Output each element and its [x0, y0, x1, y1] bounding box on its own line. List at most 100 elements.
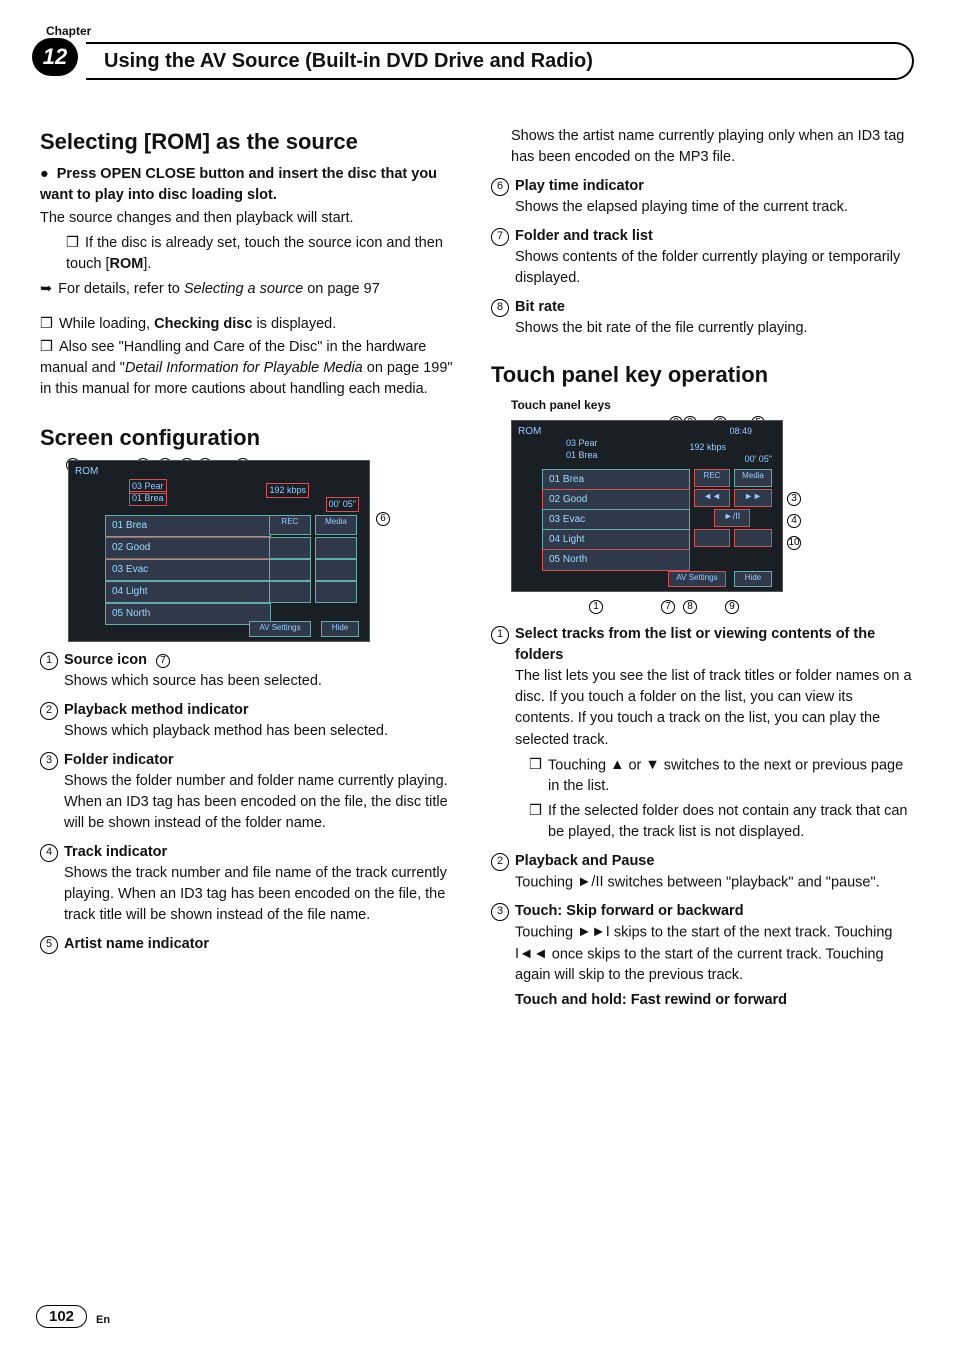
ss-rec-btn: REC — [694, 469, 730, 487]
num-circle-1: 1 — [491, 626, 509, 644]
item-1: 1 Source icon Shows which source has bee… — [40, 650, 463, 692]
ref-italic: Selecting a source — [184, 281, 303, 297]
ss-track-row: 01 Brea — [105, 515, 271, 537]
step-1-body: The source changes and then playback wil… — [40, 208, 463, 229]
play-pause-icon: ►/II — [577, 872, 603, 893]
step-1-sub: If the disc is already set, touch the so… — [66, 233, 463, 275]
ss-track-row: 04 Light — [542, 529, 690, 551]
item-7: 7 Folder and track list Shows contents o… — [491, 226, 914, 289]
content-columns: Selecting [ROM] as the source Press OPEN… — [40, 126, 914, 1011]
item-desc: Touching ►/II switches between "playback… — [515, 872, 914, 893]
item-title: Touch: Skip forward or backward — [515, 901, 914, 922]
num-circle-3: 3 — [491, 903, 509, 921]
ss-time: 00' 05" — [326, 497, 359, 512]
item-desc: Touching ►►I skips to the start of the n… — [515, 922, 914, 986]
detail-ref: For details, refer to Selecting a source… — [40, 279, 463, 300]
item-4: 4 Track indicator Shows the track number… — [40, 842, 463, 926]
item-body: Bit rate Shows the bit rate of the file … — [515, 297, 914, 339]
ss-btn — [269, 581, 311, 603]
page-number: 102 — [36, 1305, 87, 1328]
callout-7: 7 — [156, 654, 170, 668]
item-body: Artist name indicator — [64, 934, 463, 955]
chapter-label: Chapter — [40, 24, 914, 38]
text: is displayed. — [252, 316, 336, 332]
chapter-title: Using the AV Source (Built-in DVD Drive … — [104, 50, 593, 73]
item-body: Playback method indicator Shows which pl… — [64, 700, 463, 742]
ss-top2: 01 Brea — [129, 491, 167, 506]
item-5: 5 Artist name indicator — [40, 934, 463, 955]
item-desc: Shows the track number and file name of … — [64, 863, 463, 926]
rom-label: ROM — [110, 256, 144, 272]
op-2: 2 Playback and Pause Touching ►/II switc… — [491, 851, 914, 893]
note-2: Also see "Handling and Care of the Disc"… — [40, 337, 463, 400]
item-body: Playback and Pause Touching ►/II switche… — [515, 851, 914, 893]
item-body: Touch: Skip forward or backward Touching… — [515, 901, 914, 1011]
ss-rec-btn: REC — [269, 515, 311, 535]
item-8: 8 Bit rate Shows the bit rate of the fil… — [491, 297, 914, 339]
item-title: Source icon — [64, 650, 463, 671]
heading-touch-panel: Touch panel key operation — [491, 359, 914, 391]
num-circle-7: 7 — [491, 228, 509, 246]
screenshot-wrap-1: 1 3 4 5 8 2 6 7 ROM 03 Pear 01 Brea 192 … — [40, 460, 463, 642]
page-up-icon: ▲ — [610, 755, 624, 776]
num-circle-2: 2 — [40, 702, 58, 720]
item-title: Play time indicator — [515, 176, 914, 197]
op1-sub1: Touching ▲ or ▼ switches to the next or … — [515, 755, 914, 797]
page: Chapter 12 Using the AV Source (Built-in… — [0, 0, 954, 1352]
ss-btn — [315, 559, 357, 581]
chapter-number-badge: 12 — [32, 38, 78, 76]
item-body: Folder indicator Shows the folder number… — [64, 750, 463, 834]
item-2: 2 Playback method indicator Shows which … — [40, 700, 463, 742]
ss-kbps: 192 kbps — [266, 483, 309, 498]
ss-track-row: 05 North — [105, 603, 271, 625]
callout-3b: 3 — [787, 492, 801, 506]
chapter-bar: 12 Using the AV Source (Built-in DVD Dri… — [40, 42, 914, 80]
ss-top2: 01 Brea — [566, 449, 598, 462]
item-desc: The list lets you see the list of track … — [515, 666, 914, 750]
text: ]. — [143, 256, 151, 272]
ref-italic: Detail Information for Playable Media — [125, 360, 363, 376]
item-desc: Shows the bit rate of the file currently… — [515, 318, 914, 339]
page-down-icon: ▼ — [645, 755, 659, 776]
ss-hide-btn: Hide — [734, 571, 772, 587]
item-desc: Shows which playback method has been sel… — [64, 721, 463, 742]
ss-play-icon: ►/II — [714, 509, 750, 527]
screenshot-2: ROM 08:49 03 Pear 01 Brea 192 kbps 00' 0… — [511, 420, 783, 592]
heading-text-post: ] as the source — [203, 129, 358, 154]
text: If the selected folder does not contain … — [548, 801, 914, 843]
ss-btn — [694, 529, 730, 547]
text-pre: Touching — [515, 874, 577, 890]
num-circle-2: 2 — [491, 853, 509, 871]
ss-av-btn: AV Settings — [249, 621, 311, 637]
heading-screen-config: Screen configuration — [40, 422, 463, 454]
ss-av-btn: AV Settings — [668, 571, 726, 587]
ss-next-btn — [315, 537, 357, 559]
num-circle-5: 5 — [40, 936, 58, 954]
item-body: Select tracks from the list or viewing c… — [515, 624, 914, 843]
op1-sub2: If the selected folder does not contain … — [515, 801, 914, 843]
square-bullet-icon — [66, 235, 85, 251]
ss-btn — [269, 559, 311, 581]
ss-track-row: 03 Evac — [542, 509, 690, 531]
ss-btn — [734, 529, 772, 547]
heading-rom: ROM — [151, 129, 202, 154]
ss-time: 00' 05" — [745, 453, 772, 466]
item-title: Folder and track list — [515, 226, 914, 247]
item-body: Play time indicator Shows the elapsed pl… — [515, 176, 914, 218]
callout-6: 6 — [376, 512, 390, 526]
num-circle-1: 1 — [40, 652, 58, 670]
step-1: Press OPEN CLOSE button and insert the d… — [40, 164, 463, 206]
ss-track-row: 03 Evac — [105, 559, 271, 581]
text-mid: skips to the start of the next track. To… — [610, 925, 893, 941]
ss-media-btn: Media — [315, 515, 357, 535]
ss-btn — [315, 581, 357, 603]
heading-text: Selecting [ — [40, 129, 151, 154]
num-circle-4: 4 — [40, 844, 58, 862]
text: on page 97 — [303, 281, 380, 297]
screenshot-wrap-2: 3 2 6 5 3 4 10 1 7 8 9 ROM 08:49 03 Pear… — [491, 420, 914, 592]
item-body: Track indicator Shows the track number a… — [64, 842, 463, 926]
text-post: once skips to the start of the current t… — [515, 946, 884, 983]
item-body: Folder and track list Shows contents of … — [515, 226, 914, 289]
ss-rom-label: ROM — [75, 465, 98, 480]
heading-selecting-rom: Selecting [ROM] as the source — [40, 126, 463, 158]
